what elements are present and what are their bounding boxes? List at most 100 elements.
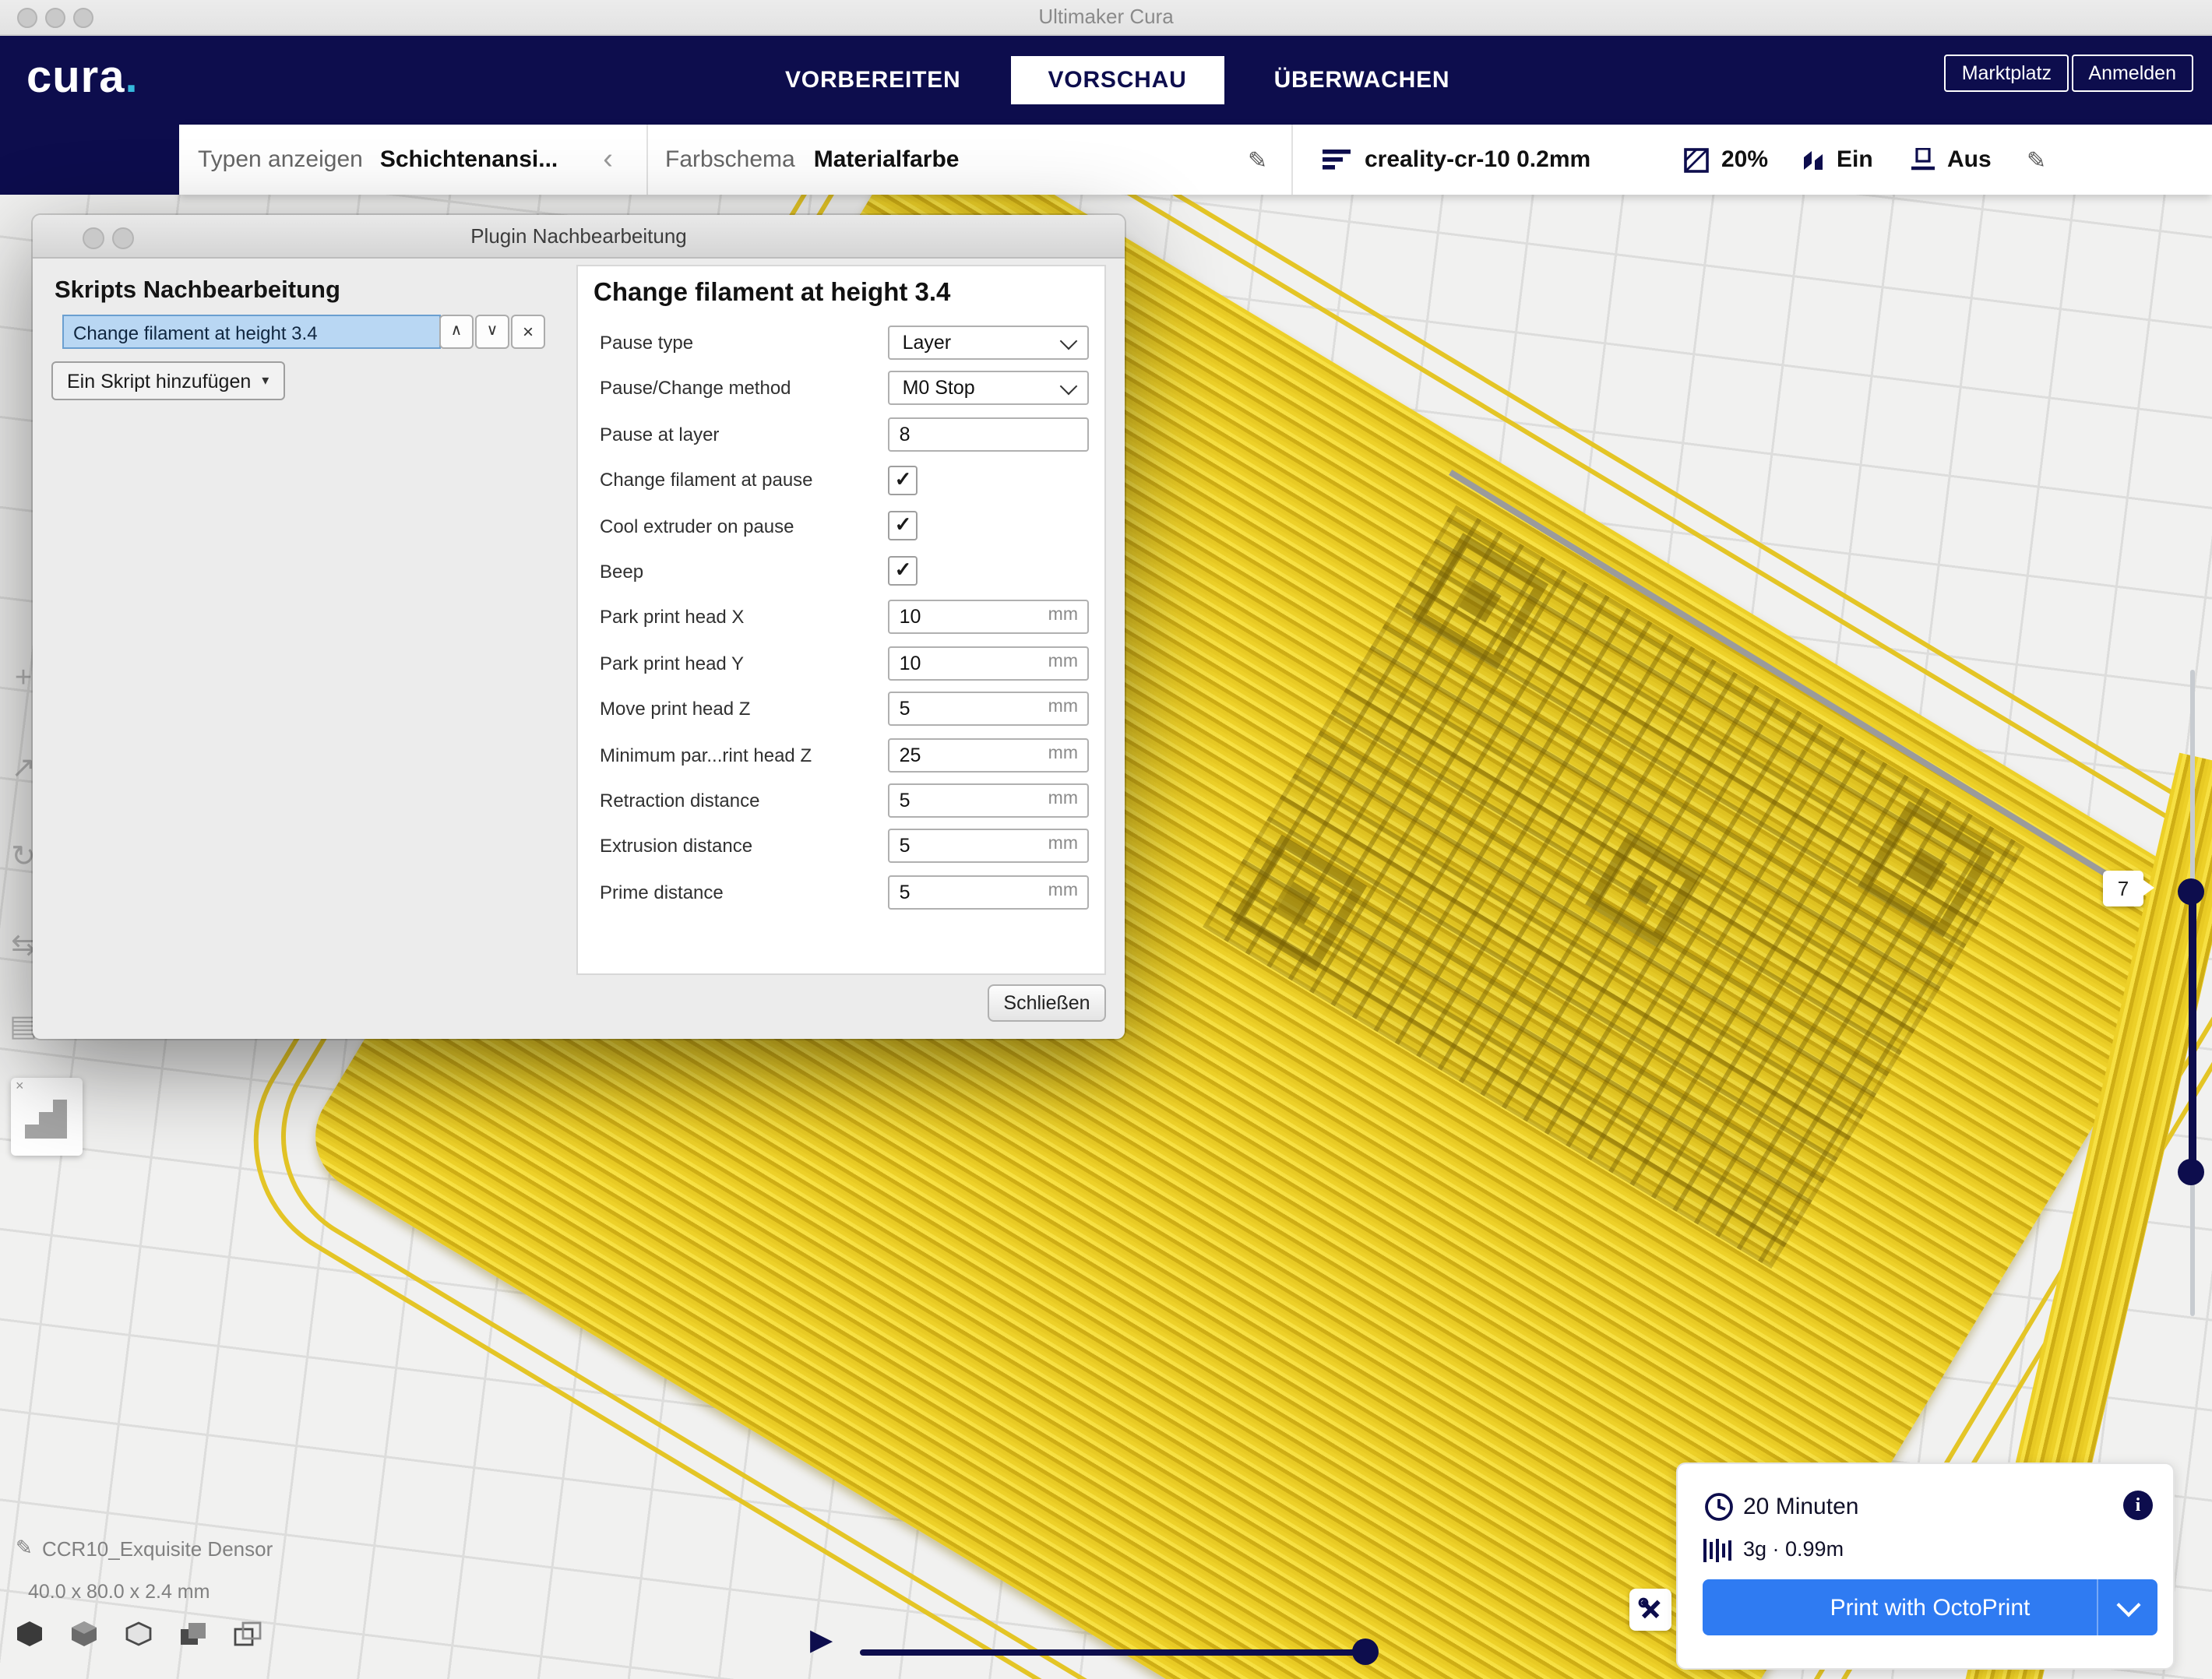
- timeline-track[interactable]: [860, 1649, 1366, 1655]
- print-with-octoprint-button[interactable]: Print with OctoPrint: [1703, 1579, 2157, 1635]
- layer-steps-icon: [25, 1098, 72, 1139]
- marketplace-button[interactable]: Marktplatz: [1945, 55, 2069, 92]
- layer-slider-bottom-handle[interactable]: [2178, 1159, 2204, 1185]
- change-filament-at-pause-label: Change filament at pause: [600, 469, 889, 491]
- field-row-prime-distance: Prime distancemm: [578, 875, 1104, 909]
- view-left-icon[interactable]: [179, 1621, 207, 1654]
- selected-script-item[interactable]: Change filament at height 3.4: [62, 315, 441, 349]
- edit-print-settings-pencil-icon[interactable]: ✎: [2027, 125, 2046, 195]
- qr-code-pattern: [1203, 505, 2025, 1269]
- support-setting[interactable]: Ein: [1802, 125, 1873, 195]
- close-icon[interactable]: ×: [16, 1078, 24, 1093]
- dialog-form: Pause typeLayer Pause/Change methodM0 Sto…: [578, 326, 1104, 920]
- wrench-icon: [1637, 1596, 1664, 1623]
- unit-label: mm: [1048, 652, 1078, 671]
- infill-icon: [1684, 147, 1709, 172]
- timeline-handle[interactable]: [1352, 1639, 1379, 1665]
- edit-view-pencil-icon[interactable]: ✎: [1248, 125, 1267, 195]
- qr-finder-square: [1231, 835, 1368, 972]
- pause-type-value: Layer: [903, 332, 952, 354]
- collapse-chevron-icon[interactable]: ‹: [603, 143, 613, 177]
- script-settings-heading: Change filament at height 3.4: [594, 279, 950, 308]
- layer-slider-range[interactable]: [2189, 891, 2196, 1171]
- view-top-icon[interactable]: [125, 1621, 153, 1654]
- window-titlebar: Ultimaker Cura: [0, 0, 2212, 36]
- field-row-minimum-park-print-head-z: Minimum par...rint head Zmm: [578, 737, 1104, 772]
- remove-script-button[interactable]: ×: [511, 315, 545, 349]
- pause-change-method-value: M0 Stop: [903, 378, 975, 400]
- view-solid-icon[interactable]: [16, 1621, 44, 1654]
- post-processing-dialog: Plugin Nachbearbeitung Skripts Nachbearb…: [33, 215, 1125, 1039]
- window-minimize-icon[interactable]: [45, 8, 65, 28]
- model-dimensions: 40.0 x 80.0 x 2.4 mm: [28, 1581, 210, 1603]
- tab-überwachen[interactable]: ÜBERWACHEN: [1265, 55, 1460, 104]
- rename-model-pencil-icon[interactable]: ✎: [16, 1536, 33, 1561]
- color-scheme-value: Materialfarbe: [814, 146, 960, 173]
- clock-icon: [1704, 1492, 1734, 1522]
- print-button-label: Print with OctoPrint: [1830, 1594, 2031, 1621]
- toolbar-divider: [1291, 125, 1293, 195]
- model-name[interactable]: CCR10_Exquisite Densor: [42, 1537, 273, 1561]
- minimum-park-print-head-z-label: Minimum par...rint head Z: [600, 744, 889, 766]
- cool-extruder-on-pause-checkbox[interactable]: ✓: [889, 511, 918, 540]
- color-scheme-dropdown[interactable]: Farbschema Materialfarbe: [665, 125, 960, 195]
- move-script-up-button[interactable]: ∧: [439, 315, 474, 349]
- print-options-dropdown[interactable]: [2097, 1579, 2157, 1635]
- window-close-icon[interactable]: [17, 8, 37, 28]
- layers-icon: [1323, 150, 1351, 170]
- window-zoom-icon[interactable]: [73, 8, 93, 28]
- field-row-pause-at-layer: Pause at layer: [578, 417, 1104, 452]
- cool-extruder-on-pause-label: Cool extruder on pause: [600, 515, 889, 537]
- support-value: Ein: [1837, 146, 1873, 173]
- layer-slider-top-handle[interactable]: [2178, 878, 2204, 905]
- logo-block: cura.: [0, 34, 179, 195]
- signin-button[interactable]: Anmelden: [2071, 55, 2193, 92]
- tab-vorschau[interactable]: VORSCHAU: [1011, 55, 1224, 104]
- stage-tabs: VORBEREITEN VORSCHAU ÜBERWACHEN: [776, 34, 1459, 125]
- material-usage-icon: [1703, 1539, 1734, 1562]
- field-row-pause-change-method: Pause/Change methodM0 Stop: [578, 371, 1104, 406]
- dialog-minimize-icon: [83, 227, 104, 249]
- adjust-tools-card[interactable]: [1629, 1589, 1671, 1631]
- beep-checkbox[interactable]: ✓: [889, 557, 918, 586]
- field-row-extrusion-distance: Extrusion distancemm: [578, 829, 1104, 864]
- infill-setting[interactable]: 20%: [1684, 125, 1768, 195]
- field-row-pause-type: Pause typeLayer: [578, 326, 1104, 360]
- add-script-label: Ein Skript hinzufügen: [67, 370, 251, 392]
- cura-logo: cura.: [26, 53, 139, 104]
- print-summary-panel: 20 Minuten i 3g · 0.99m Print with OctoP…: [1676, 1463, 2175, 1670]
- pause-at-layer-label: Pause at layer: [600, 424, 889, 445]
- script-settings-panel: Change filament at height 3.4 Pause type…: [576, 265, 1106, 975]
- dialog-close-button[interactable]: Schließen: [988, 984, 1106, 1022]
- pause-change-method-select[interactable]: M0 Stop: [889, 371, 1089, 406]
- printer-profile-value: creality-cr-10 0.2mm: [1365, 146, 1590, 173]
- caret-down-icon: ▾: [262, 372, 269, 389]
- info-icon[interactable]: i: [2123, 1491, 2153, 1520]
- color-scheme-label: Farbschema: [665, 146, 795, 173]
- move-script-down-button[interactable]: ∨: [475, 315, 509, 349]
- play-button[interactable]: ▶: [810, 1623, 833, 1659]
- object-list-panel[interactable]: ×: [11, 1078, 83, 1156]
- dialog-titlebar[interactable]: Plugin Nachbearbeitung: [33, 215, 1125, 259]
- support-icon: [1802, 149, 1824, 171]
- unit-label: mm: [1048, 881, 1078, 899]
- view-right-icon[interactable]: [234, 1621, 262, 1654]
- adhesion-setting[interactable]: Aus: [1911, 125, 1992, 195]
- change-filament-at-pause-checkbox[interactable]: ✓: [889, 465, 918, 495]
- dialog-close-icon[interactable]: [53, 227, 72, 246]
- adhesion-icon: [1911, 148, 1935, 171]
- field-row-move-print-head-z: Move print head Zmm: [578, 692, 1104, 726]
- qr-finder-square: [1585, 832, 1700, 948]
- field-row-retraction-distance: Retraction distancemm: [578, 783, 1104, 818]
- unit-label: mm: [1048, 790, 1078, 808]
- view-front-icon[interactable]: [70, 1621, 98, 1654]
- pause-at-layer-input[interactable]: [889, 417, 1089, 452]
- pause-type-select[interactable]: Layer: [889, 326, 1089, 360]
- move-print-head-z-label: Move print head Z: [600, 698, 889, 720]
- view-type-value: Schichtenansi...: [380, 146, 558, 173]
- add-script-dropdown-button[interactable]: Ein Skript hinzufügen ▾: [51, 361, 284, 400]
- tab-vorbereiten[interactable]: VORBEREITEN: [776, 55, 970, 104]
- printer-settings-group[interactable]: creality-cr-10 0.2mm: [1323, 125, 1590, 195]
- current-layer-label: 7: [2103, 871, 2143, 906]
- view-type-dropdown[interactable]: Typen anzeigen Schichtenansi... ‹: [198, 125, 613, 195]
